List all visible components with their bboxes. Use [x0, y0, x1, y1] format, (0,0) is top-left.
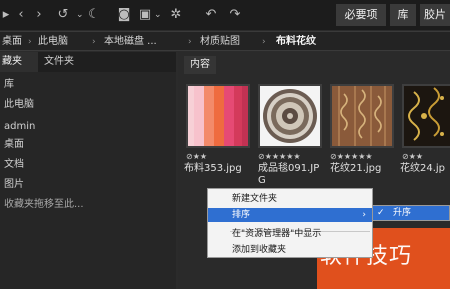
file-name[interactable]: 成品毯091.JPG: [258, 163, 320, 187]
thumbnail-pattern24[interactable]: [402, 84, 450, 148]
chevron-right-icon: ›: [262, 37, 266, 47]
tab-folders[interactable]: 文件夹: [44, 52, 96, 72]
file-name[interactable]: 布料353.jpg: [184, 163, 242, 175]
context-menu: 新建文件夹 排序 › 在"资源管理器"中显示 添加到收藏夹: [207, 188, 373, 258]
tree-item-documents[interactable]: 文档: [4, 158, 24, 172]
camera-icon[interactable]: ◙: [116, 7, 132, 23]
thumbnail-fabric353[interactable]: [186, 84, 250, 148]
breadcrumb-fabric-pattern[interactable]: 布料花纹: [276, 35, 316, 49]
rating-stars[interactable]: ⊘★★: [402, 152, 423, 161]
chevron-down-icon[interactable]: ⌄: [154, 7, 162, 23]
left-tabs: 藏夹 文件夹: [0, 52, 176, 72]
file-name[interactable]: 花纹21.jpg: [330, 163, 381, 175]
tree-item-pictures[interactable]: 图片: [4, 178, 24, 192]
menu-item-show-in-explorer[interactable]: 在"资源管理器"中显示: [208, 227, 372, 241]
tree-item-admin[interactable]: admin: [4, 120, 35, 134]
gear-icon[interactable]: ✲: [168, 7, 184, 23]
chevron-right-icon: ›: [28, 37, 32, 47]
submenu-item-ascending[interactable]: ✓ 升序: [373, 206, 449, 220]
tree-item-library[interactable]: 库: [4, 78, 14, 92]
moon-icon[interactable]: ☾: [86, 7, 102, 23]
breadcrumb: 桌面 › 此电脑 › 本地磁盘 ... › 材质贴图 › 布料花纹: [0, 31, 450, 51]
menu-item-new-folder[interactable]: 新建文件夹: [208, 192, 372, 206]
fabric-swatch-image: [188, 86, 248, 146]
submenu-item-ascending-label: 升序: [393, 208, 412, 218]
menu-item-sort[interactable]: 排序 ›: [208, 208, 372, 222]
chevron-down-icon[interactable]: ⌄: [76, 7, 84, 23]
undo-icon[interactable]: ↶: [203, 7, 219, 23]
redo-icon[interactable]: ↷: [227, 7, 243, 23]
chevron-right-icon: ›: [362, 210, 366, 220]
breadcrumb-materials[interactable]: 材质贴图: [200, 35, 240, 49]
workspace-required-button[interactable]: 必要项: [336, 4, 386, 26]
rating-stars[interactable]: ⊘★★★★★: [330, 152, 373, 161]
forward-icon[interactable]: ›: [32, 7, 46, 23]
breadcrumb-desktop[interactable]: 桌面: [2, 35, 22, 49]
tree-item-desktop[interactable]: 桌面: [4, 138, 24, 152]
rating-stars[interactable]: ⊘★★: [186, 152, 207, 161]
chevron-right-icon: ›: [92, 37, 96, 47]
carpet-image: [263, 89, 317, 143]
gold-pattern-image: [404, 86, 450, 146]
favorites-drop-hint: 收藏夹拖移至此...: [4, 199, 84, 210]
sort-submenu: ✓ 升序: [372, 205, 450, 221]
tab-content[interactable]: 内容: [184, 56, 216, 74]
tab-favorites[interactable]: 藏夹: [0, 52, 38, 72]
thumbnail-carpet091[interactable]: [258, 84, 322, 148]
workspace-library-button[interactable]: 库: [390, 4, 416, 26]
workspace-film-button[interactable]: 胶片: [420, 4, 450, 26]
brown-pattern-image: [332, 86, 392, 146]
thumbnail-pattern21[interactable]: [330, 84, 394, 148]
toolbar: ▸ ‹ › ↺ ⌄ ☾ ◙ ▣ ⌄ ✲ ↶ ↷ 必要项 库 胶片: [0, 0, 450, 30]
menu-item-sort-label: 排序: [232, 210, 251, 220]
history-icon[interactable]: ↺: [54, 7, 72, 23]
menu-item-add-to-favorites[interactable]: 添加到收藏夹: [208, 243, 372, 257]
overflow-left-icon[interactable]: ▸: [0, 7, 12, 23]
tree-item-this-pc[interactable]: 此电脑: [4, 98, 34, 112]
chevron-right-icon: ›: [188, 37, 192, 47]
copy-icon[interactable]: ▣: [137, 7, 153, 23]
breadcrumb-local-disk[interactable]: 本地磁盘 ...: [104, 35, 157, 49]
left-panel: 藏夹 文件夹 库 此电脑 admin 桌面 文档 图片 收藏夹拖移至此...: [0, 52, 176, 289]
rating-stars[interactable]: ⊘★★★★★: [258, 152, 301, 161]
breadcrumb-this-pc[interactable]: 此电脑: [38, 35, 68, 49]
check-icon: ✓: [377, 208, 385, 218]
file-name[interactable]: 花纹24.jp: [400, 163, 445, 175]
back-icon[interactable]: ‹: [14, 7, 28, 23]
